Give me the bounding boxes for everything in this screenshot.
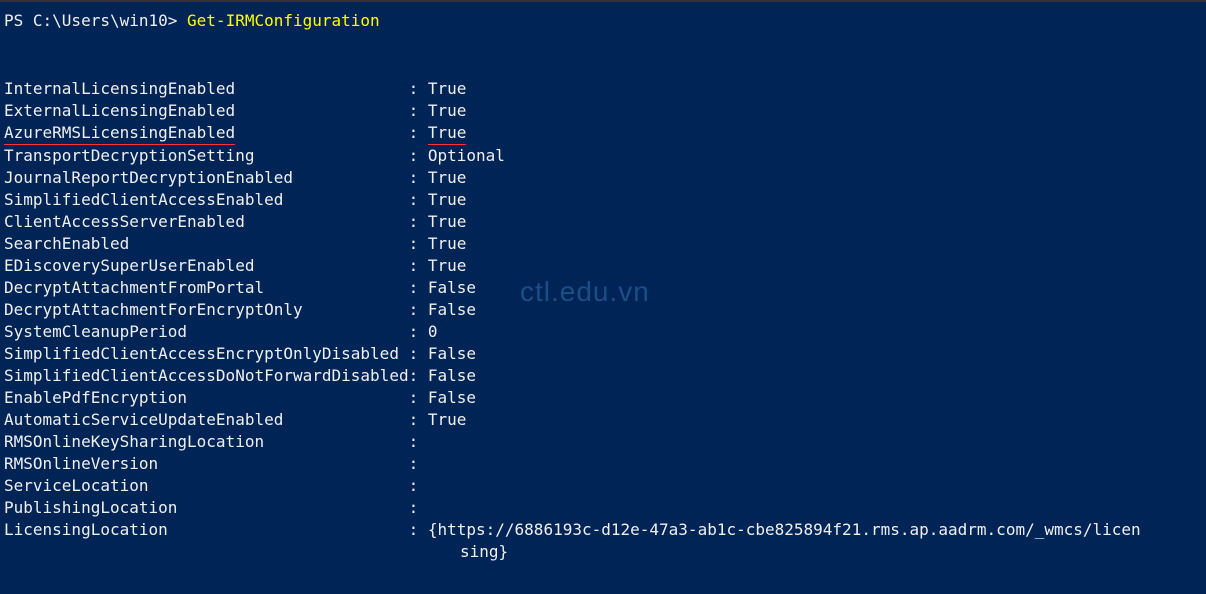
output-key: SearchEnabled [4,234,409,253]
output-row: SearchEnabled : True [4,233,1202,255]
output-colon: : [409,388,428,407]
output-row: LicensingLocation : {https://6886193c-d1… [4,519,1202,541]
output-colon: : [409,476,428,495]
output-colon: : [409,498,428,517]
output-row: ExternalLicensingEnabled : True [4,100,1202,122]
output-row: SimplifiedClientAccessEncryptOnlyDisable… [4,343,1202,365]
output-colon: : [409,278,428,297]
output-continuation: sing} [4,541,1202,563]
terminal-content: PS C:\Users\win10> Get-IRMConfiguration … [4,4,1202,563]
output-row: AutomaticServiceUpdateEnabled : True [4,409,1202,431]
output-value: {https://6886193c-d12e-47a3-ab1c-cbe8258… [428,520,1141,539]
output-key: ServiceLocation [4,476,409,495]
output-colon: : [409,322,428,341]
output-row: JournalReportDecryptionEnabled : True [4,167,1202,189]
output-colon: : [409,432,428,451]
output-key: ExternalLicensingEnabled [4,101,409,120]
output-value: True [428,410,467,429]
blank-spacer [4,34,1202,78]
output-key: AzureRMSLicensingEnabled [4,123,409,142]
output-row: DecryptAttachmentForEncryptOnly : False [4,299,1202,321]
output-row: ClientAccessServerEnabled : True [4,211,1202,233]
output-key: TransportDecryptionSetting [4,146,409,165]
output-value: 0 [428,322,438,341]
prompt-prefix: PS C:\Users\win10> [4,11,177,30]
output-colon: : [409,234,428,253]
output-key: AutomaticServiceUpdateEnabled [4,410,409,429]
output-row: SimplifiedClientAccessDoNotForwardDisabl… [4,365,1202,387]
output-value: False [428,278,476,297]
output-key: RMSOnlineVersion [4,454,409,473]
output-row: RMSOnlineVersion : [4,453,1202,475]
output-row: ServiceLocation : [4,475,1202,497]
output-value: True [428,168,467,187]
output-colon: : [409,300,428,319]
output-value: True [428,256,467,275]
output-key: SimplifiedClientAccessEnabled [4,190,409,209]
output-key: RMSOnlineKeySharingLocation [4,432,409,451]
command-text: Get-IRMConfiguration [187,11,380,30]
output-value: Optional [428,146,505,165]
output-key: SimplifiedClientAccessDoNotForwardDisabl… [4,366,409,385]
output-key: SimplifiedClientAccessEncryptOnlyDisable… [4,344,409,363]
output-colon: : [409,366,428,385]
output-colon: : [409,520,428,539]
output-value: True [428,190,467,209]
output-key: SystemCleanupPeriod [4,322,409,341]
output-colon: : [409,79,428,98]
window-border-top [0,0,1206,2]
output-colon: : [409,123,428,142]
output-row: PublishingLocation : [4,497,1202,519]
output-colon: : [409,190,428,209]
output-value: True [428,79,467,98]
output-value: False [428,366,476,385]
output-value: False [428,300,476,319]
output-row: SimplifiedClientAccessEnabled : True [4,189,1202,211]
output-value: True [428,234,467,253]
output-colon: : [409,344,428,363]
output-key: ClientAccessServerEnabled [4,212,409,231]
output-key: InternalLicensingEnabled [4,79,409,98]
output-row: RMSOnlineKeySharingLocation : [4,431,1202,453]
output-row: InternalLicensingEnabled : True [4,78,1202,100]
output-value: True [428,101,467,120]
output-key: EDiscoverySuperUserEnabled [4,256,409,275]
output-value: True [428,212,467,231]
output-key: PublishingLocation [4,498,409,517]
output-value: True [428,123,467,142]
output-row: EDiscoverySuperUserEnabled : True [4,255,1202,277]
output-key: EnablePdfEncryption [4,388,409,407]
output-key: DecryptAttachmentForEncryptOnly [4,300,409,319]
output-row: DecryptAttachmentFromPortal : False [4,277,1202,299]
output-row: TransportDecryptionSetting : Optional [4,145,1202,167]
output-value: False [428,388,476,407]
output-key: DecryptAttachmentFromPortal [4,278,409,297]
output-colon: : [409,212,428,231]
output-colon: : [409,146,428,165]
output-colon: : [409,101,428,120]
output-row: AzureRMSLicensingEnabled : True [4,122,1202,145]
prompt-line: PS C:\Users\win10> Get-IRMConfiguration [4,10,1202,32]
output-row: SystemCleanupPeriod : 0 [4,321,1202,343]
output-value: False [428,344,476,363]
output-colon: : [409,454,428,473]
output-key: JournalReportDecryptionEnabled [4,168,409,187]
output-colon: : [409,168,428,187]
output-colon: : [409,256,428,275]
output-row: EnablePdfEncryption : False [4,387,1202,409]
output-colon: : [409,410,428,429]
output-key: LicensingLocation [4,520,409,539]
output-rows: InternalLicensingEnabled : TrueExternalL… [4,78,1202,541]
